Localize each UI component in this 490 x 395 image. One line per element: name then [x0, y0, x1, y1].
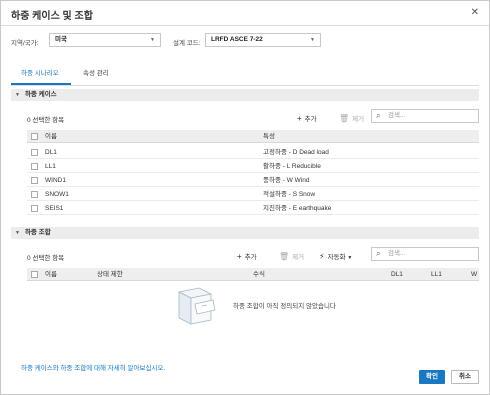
load-cases-table-header: 이름 특성: [27, 130, 479, 143]
load-cases-search-placeholder: 검색...: [388, 112, 406, 119]
trash-icon: 🗑: [279, 252, 290, 261]
column-name: 이름: [45, 271, 57, 278]
collapse-triangle-icon: ▼: [15, 230, 20, 236]
design-code-label: 설계 코드:: [173, 40, 201, 47]
title-divider: [1, 25, 489, 26]
tab-property-management[interactable]: 속성 관리: [83, 67, 109, 77]
row-checkbox[interactable]: [31, 163, 38, 170]
column-w: W: [471, 271, 478, 278]
region-select[interactable]: 미국 ▼: [49, 33, 161, 47]
load-cases-section-title: 하중 케이스: [24, 91, 57, 98]
load-combos-section-title: 하중 조합: [24, 229, 51, 236]
empty-cabinet-icon: [177, 287, 216, 325]
load-cases-section-header[interactable]: ▼ 하중 케이스: [11, 89, 479, 101]
delete-load-case-label: 제거: [352, 116, 365, 123]
search-icon: ⌕: [376, 111, 381, 120]
delete-load-combo-button[interactable]: 🗑 제거: [279, 251, 304, 261]
load-combos-search-input[interactable]: ⌕ 검색...: [371, 247, 479, 261]
table-row[interactable]: LL1 활하중 - L Reducible: [27, 160, 479, 173]
design-code-select[interactable]: LRFD ASCE 7-22 ▼: [205, 33, 321, 47]
select-all-checkbox[interactable]: [31, 133, 38, 140]
lightning-icon: ⚡: [319, 252, 325, 261]
column-name: 이름: [45, 133, 57, 140]
chevron-down-icon: ▼: [347, 255, 353, 261]
region-value: 미국: [55, 36, 67, 43]
empty-state-message: 하중 조합이 아직 정의되지 않았습니다: [233, 303, 336, 310]
plus-icon: +: [297, 114, 302, 123]
load-combos-table-header: 이름 상태 제한 수식 DL1 LL1 W: [27, 268, 479, 281]
table-row[interactable]: SEIS1 지진하중 - E earthquake: [27, 202, 479, 215]
ok-button[interactable]: 확인: [419, 370, 445, 384]
load-cases-selected-count: 0 선택한 항목: [27, 117, 65, 124]
row-name: SEIS1: [45, 205, 64, 212]
load-cases-search-input[interactable]: ⌕ 검색...: [371, 109, 479, 123]
column-limit-state: 상태 제한: [97, 271, 123, 278]
table-row[interactable]: SNOW1 적설하중 - S Snow: [27, 188, 479, 201]
delete-load-combo-label: 제거: [292, 254, 305, 261]
row-name: SNOW1: [45, 191, 69, 198]
select-all-checkbox[interactable]: [31, 271, 38, 278]
add-load-combo-label: 추가: [244, 254, 257, 261]
chevron-down-icon: ▼: [310, 37, 315, 43]
column-ll1: LL1: [431, 271, 442, 278]
row-checkbox[interactable]: [31, 149, 38, 156]
row-property: 풍하중 - W Wind: [263, 177, 310, 184]
add-load-case-button[interactable]: + 추가: [297, 113, 317, 123]
add-load-combo-button[interactable]: + 추가: [237, 251, 257, 261]
row-name: LL1: [45, 163, 56, 170]
close-icon[interactable]: ✕: [471, 7, 479, 18]
help-link[interactable]: 하중 케이스와 하중 조합에 대해 자세히 알아보십시오.: [21, 362, 165, 372]
auto-generate-button[interactable]: ⚡ 자동화 ▼: [319, 251, 352, 261]
row-checkbox[interactable]: [31, 191, 38, 198]
plus-icon: +: [237, 252, 242, 261]
column-property: 특성: [263, 133, 275, 140]
table-row[interactable]: DL1 고정하중 - D Dead load: [27, 146, 479, 159]
row-checkbox[interactable]: [31, 177, 38, 184]
delete-load-case-button[interactable]: 🗑 제거: [339, 113, 364, 123]
load-combos-search-placeholder: 검색...: [388, 250, 406, 257]
load-cases-dialog: 하중 케이스 및 조합 ✕ 지역/국가: 미국 ▼ 설계 코드: LRFD AS…: [0, 0, 490, 395]
row-name: WIND1: [45, 177, 66, 184]
table-row[interactable]: WIND1 풍하중 - W Wind: [27, 174, 479, 187]
row-property: 고정하중 - D Dead load: [263, 149, 329, 156]
column-dl1: DL1: [391, 271, 403, 278]
collapse-triangle-icon: ▼: [15, 92, 20, 98]
row-name: DL1: [45, 149, 57, 156]
design-code-value: LRFD ASCE 7-22: [211, 36, 263, 43]
dialog-title: 하중 케이스 및 조합: [11, 11, 93, 22]
row-property: 지진하중 - E earthquake: [263, 205, 332, 212]
auto-generate-label: 자동화: [327, 254, 346, 261]
region-label: 지역/국가:: [11, 40, 39, 47]
cancel-button[interactable]: 취소: [451, 370, 479, 384]
row-property: 활하중 - L Reducible: [263, 163, 321, 170]
row-property: 적설하중 - S Snow: [263, 191, 316, 198]
column-formula: 수식: [253, 271, 265, 278]
tab-load-scenarios[interactable]: 하중 시나리오: [21, 67, 59, 77]
load-combos-selected-count: 0 선택한 항목: [27, 255, 65, 262]
chevron-down-icon: ▼: [150, 37, 155, 43]
tabs-divider: [11, 85, 479, 86]
trash-icon: 🗑: [339, 114, 350, 123]
load-combos-section-header[interactable]: ▼ 하중 조합: [11, 227, 479, 239]
add-load-case-label: 추가: [304, 116, 317, 123]
row-checkbox[interactable]: [31, 205, 38, 212]
search-icon: ⌕: [376, 249, 381, 258]
